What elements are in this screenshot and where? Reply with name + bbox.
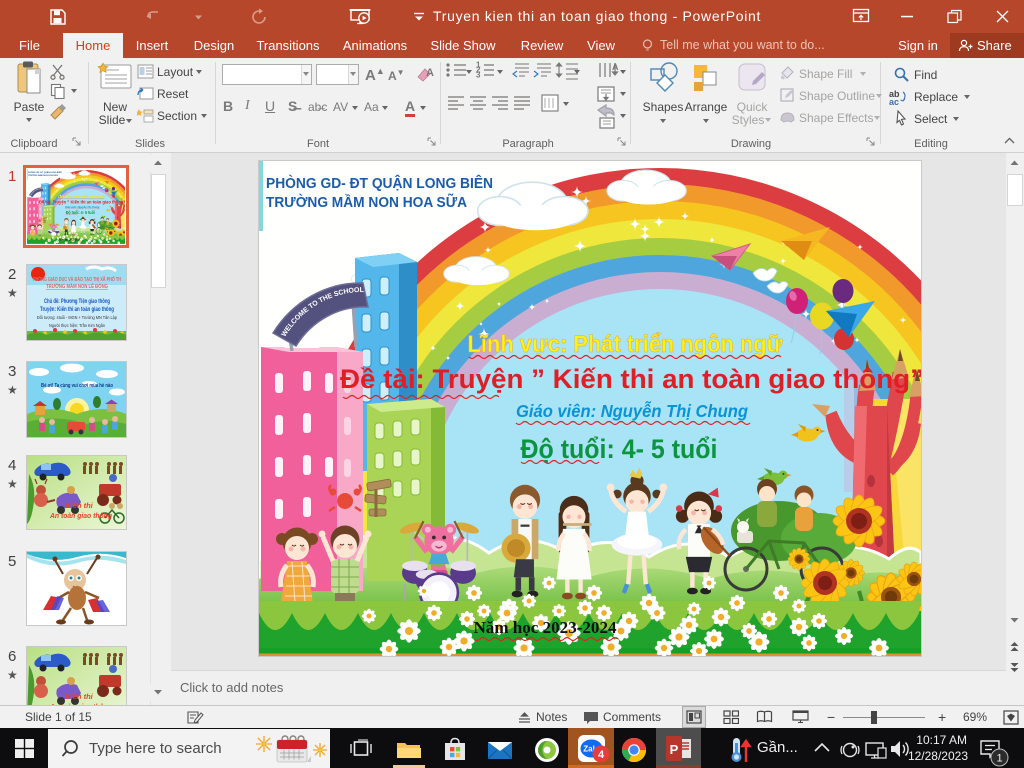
svg-text:P: P (670, 742, 679, 757)
svg-text:PHÒNG GD- ĐT QUẬN LONG BIÊN: PHÒNG GD- ĐT QUẬN LONG BIÊN (266, 174, 493, 192)
svg-text:Người thực hiện: Trần Kim Ngân: Người thực hiện: Trần Kim Ngân (49, 323, 105, 328)
svg-text:TRƯỜNG MẦM NON LÊ ĐỒNG: TRƯỜNG MẦM NON LÊ ĐỒNG (46, 282, 108, 290)
svg-text:Chủ đề: Phương Tiện giao thông: Chủ đề: Phương Tiện giao thông (44, 299, 110, 305)
svg-text:Bé ơi! Ta cùng vui chơi mùa hè: Bé ơi! Ta cùng vui chơi mùa hè nào (41, 383, 113, 389)
svg-text:A: A (612, 62, 619, 72)
svg-text:An toàn giao thông: An toàn giao thông (49, 511, 112, 520)
svg-text:4: 4 (598, 749, 605, 761)
svg-text:Năm học 2023-2024: Năm học 2023-2024 (474, 618, 617, 637)
svg-text:PHÒNG GIÁO DỤC VÀ ĐÀO TẠO THỊ: PHÒNG GIÁO DỤC VÀ ĐÀO TẠO THỊ XÃ PHỐ TH (33, 275, 121, 283)
svg-text:3: 3 (476, 71, 481, 80)
svg-text:Đối tượng: 4tuổi - MGN + Trườn: Đối tượng: 4tuổi - MGN + Trường MN Tân L… (37, 314, 117, 320)
svg-text:Kiến thi: Kiến thi (65, 501, 93, 510)
svg-text:Độ tuổi: 4- 5 tuổi: Độ tuổi: 4- 5 tuổi (521, 434, 718, 464)
svg-text:1: 1 (996, 753, 1002, 765)
svg-text:Giáo viên: Nguyễn Thị Chung: Giáo viên: Nguyễn Thị Chung (516, 400, 748, 421)
svg-text:TRƯỜNG MẦM NON HOA SỮA: TRƯỜNG MẦM NON HOA SỮA (266, 193, 467, 211)
svg-text:Truyện: Kiến thi an toàn giao: Truyện: Kiến thi an toàn giao thông (40, 306, 114, 313)
svg-text:Lĩnh vực: Phát triển ngôn ngữ: Lĩnh vực: Phát triển ngôn ngữ (468, 331, 784, 358)
svg-text:Kiến thi: Kiến thi (65, 692, 93, 701)
svg-text:A: A (426, 67, 434, 79)
svg-text:ac: ac (889, 97, 899, 105)
svg-text:Đề tài: Truyện ” Kiến thi an t: Đề tài: Truyện ” Kiến thi an toàn giao t… (340, 364, 921, 394)
